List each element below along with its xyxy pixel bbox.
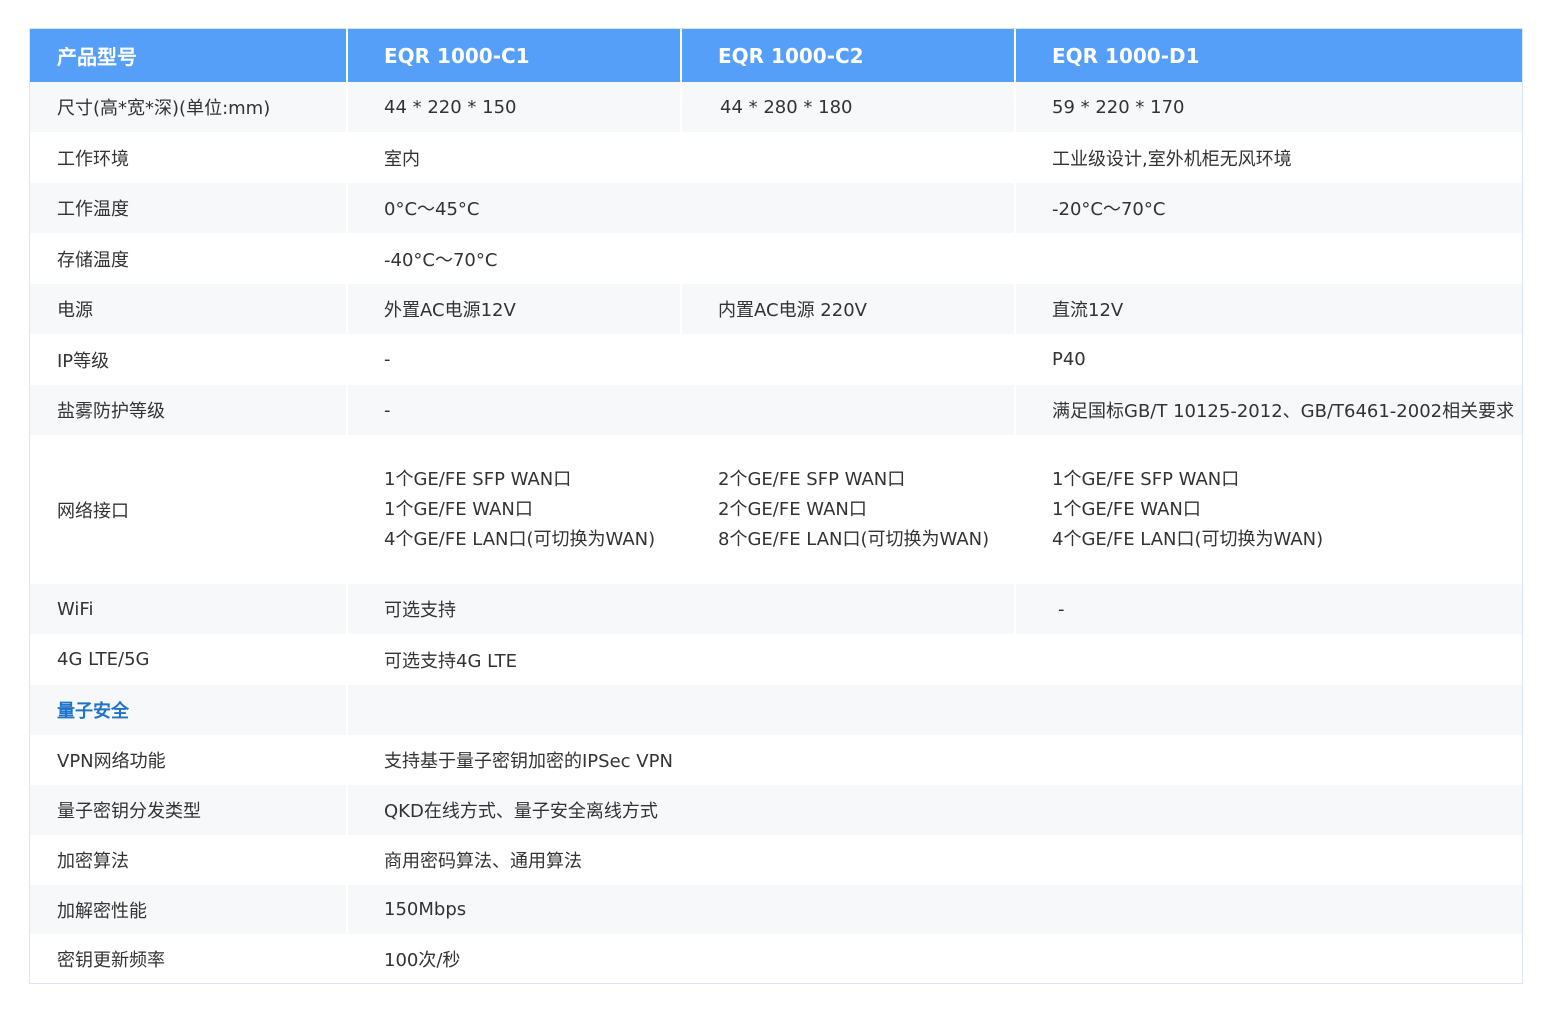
network-c2: 2个GE/FE SFP WAN口 2个GE/FE WAN口 8个GE/FE LA… xyxy=(682,435,1014,584)
performance-all: 150Mbps xyxy=(348,885,1522,934)
row-label-network: 网络接口 xyxy=(30,435,346,584)
qkd-type-all: QKD在线方式、量子安全离线方式 xyxy=(348,785,1522,835)
header-eqr-1000-c1: EQR 1000-C1 xyxy=(348,29,680,82)
section-quantum-security: 量子安全 xyxy=(30,685,346,735)
network-d1-line: 1个GE/FE SFP WAN口 xyxy=(1052,468,1240,490)
network-c1-line: 1个GE/FE SFP WAN口 xyxy=(384,468,572,490)
ip-level-d1: P40 xyxy=(1016,334,1522,385)
network-c1: 1个GE/FE SFP WAN口 1个GE/FE WAN口 4个GE/FE LA… xyxy=(348,435,680,584)
dimensions-c2: 44 * 280 * 180 xyxy=(682,82,1014,132)
row-label-key-rate: 密钥更新频率 xyxy=(30,934,346,983)
row-label-vpn: VPN网络功能 xyxy=(30,735,346,785)
row-label-wifi: WiFi xyxy=(30,584,346,634)
header-product-model: 产品型号 xyxy=(30,29,346,82)
row-label-encryption: 加密算法 xyxy=(30,835,346,885)
power-c1: 外置AC电源12V xyxy=(348,284,680,334)
network-c2-line: 2个GE/FE WAN口 xyxy=(718,498,867,520)
network-c2-line: 2个GE/FE SFP WAN口 xyxy=(718,468,906,490)
dimensions-d1: 59 * 220 * 170 xyxy=(1016,82,1522,132)
row-label-salt-spray: 盐雾防护等级 xyxy=(30,385,346,435)
row-label-dimensions: 尺寸(高*宽*深)(单位:mm) xyxy=(30,82,346,132)
network-d1-line: 4个GE/FE LAN口(可切换为WAN) xyxy=(1052,528,1324,550)
lte-all: 可选支持4G LTE xyxy=(348,634,1522,685)
row-label-lte: 4G LTE/5G xyxy=(30,634,346,685)
ip-level-c1-c2: - xyxy=(348,334,1014,385)
environment-d1: 工业级设计,室外机柜无风环境 xyxy=(1016,132,1522,183)
row-label-storage-temp: 存储温度 xyxy=(30,233,346,284)
storage-temp-all: -40°C～70°C xyxy=(348,233,1522,284)
row-label-ip-level: IP等级 xyxy=(30,334,346,385)
network-d1: 1个GE/FE SFP WAN口 1个GE/FE WAN口 4个GE/FE LA… xyxy=(1016,435,1522,584)
header-eqr-1000-d1: EQR 1000-D1 xyxy=(1016,29,1522,82)
work-temp-d1: -20°C～70°C xyxy=(1016,183,1522,233)
dimensions-c1: 44 * 220 * 150 xyxy=(348,82,680,132)
wifi-d1: - xyxy=(1016,584,1522,634)
row-label-work-temp: 工作温度 xyxy=(30,183,346,233)
network-d1-line: 1个GE/FE WAN口 xyxy=(1052,498,1201,520)
row-label-qkd-type: 量子密钥分发类型 xyxy=(30,785,346,835)
work-temp-c1-c2: 0°C～45°C xyxy=(348,183,1014,233)
salt-spray-d1: 满足国标GB/T 10125-2012、GB/T6461-2002相关要求 xyxy=(1016,385,1522,435)
environment-c1-c2: 室内 xyxy=(348,132,1014,183)
network-c2-line: 8个GE/FE LAN口(可切换为WAN) xyxy=(718,528,990,550)
power-d1: 直流12V xyxy=(1016,284,1522,334)
key-rate-all: 100次/秒 xyxy=(348,934,1522,983)
row-label-environment: 工作环境 xyxy=(30,132,346,183)
power-c2: 内置AC电源 220V xyxy=(682,284,1014,334)
row-label-power: 电源 xyxy=(30,284,346,334)
header-eqr-1000-c2: EQR 1000-C2 xyxy=(682,29,1014,82)
wifi-c1-c2: 可选支持 xyxy=(348,584,1014,634)
network-c1-line: 4个GE/FE LAN口(可切换为WAN) xyxy=(384,528,656,550)
salt-spray-c1-c2: - xyxy=(348,385,1014,435)
encryption-all: 商用密码算法、通用算法 xyxy=(348,835,1522,885)
row-label-performance: 加解密性能 xyxy=(30,885,346,934)
vpn-all: 支持基于量子密钥加密的IPSec VPN xyxy=(348,735,1522,785)
network-c1-line: 1个GE/FE WAN口 xyxy=(384,498,533,520)
section-quantum-security-spacer xyxy=(348,685,1522,735)
spec-table: 产品型号 EQR 1000-C1 EQR 1000-C2 EQR 1000-D1… xyxy=(29,28,1523,984)
